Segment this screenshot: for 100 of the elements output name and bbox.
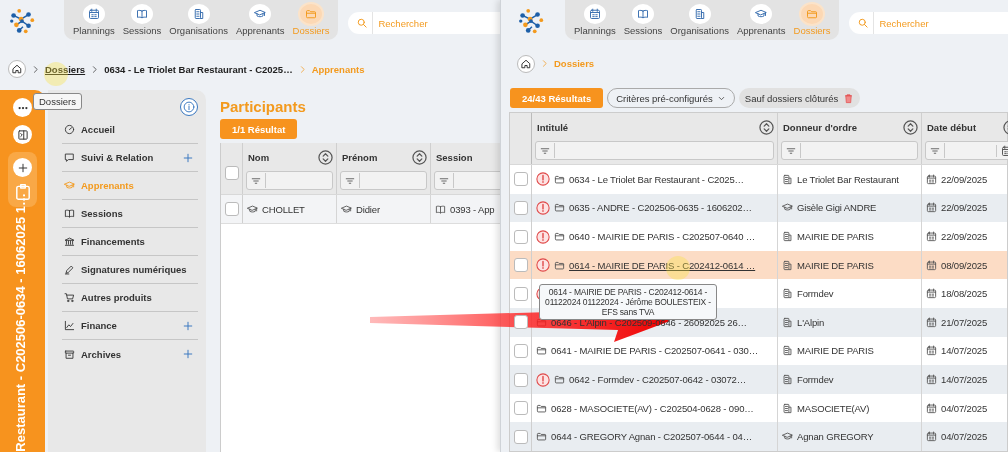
table-cell: 22/09/2025: [941, 231, 988, 243]
table-cell: 04/07/2025: [941, 402, 988, 414]
info-icon: [183, 101, 195, 113]
table-cell: Didier: [356, 203, 380, 215]
row-checkbox[interactable]: [513, 200, 528, 215]
folder-icon: [305, 8, 317, 20]
row-checkbox[interactable]: [224, 202, 239, 216]
plus-icon: [182, 348, 194, 360]
building-icon: [782, 345, 793, 357]
filter-field[interactable]: [925, 141, 1008, 161]
search-icon: [356, 17, 369, 29]
table-row[interactable]: 0614 - MAIRIE DE PARIS - C202412-0614 … MAIRIE DE PARIS 08/09/2025: [510, 250, 1007, 280]
gauge-icon: [64, 124, 75, 135]
row-checkbox[interactable]: [513, 286, 528, 301]
graduation-cap-icon: [782, 431, 793, 443]
sidebar-item[interactable]: Accueil: [62, 116, 198, 144]
calendar-icon: [926, 402, 937, 414]
search-field[interactable]: Rechercher: [849, 12, 1008, 34]
sidebar-item[interactable]: Archives: [62, 340, 198, 368]
sort-button[interactable]: [318, 149, 333, 165]
nav-tab[interactable]: Plannings: [70, 4, 118, 36]
table-cell: MAIRIE DE PARIS: [797, 231, 874, 243]
record-title-link[interactable]: 0640 - MAIRIE DE PARIS - C202507-0640 …: [569, 231, 756, 243]
sort-button[interactable]: [412, 149, 427, 165]
calendar-icon: [87, 8, 100, 20]
record-title-link[interactable]: 0642 - Formdev - C202507-0642 - 03072…: [569, 374, 747, 385]
nav-tab[interactable]: Sessions: [119, 4, 165, 36]
search-field[interactable]: Rechercher: [348, 12, 500, 34]
nav-tab[interactable]: Apprenants: [733, 4, 789, 36]
calendar-icon: [926, 202, 937, 214]
sidebar-item[interactable]: Sessions: [62, 200, 198, 228]
record-title-link[interactable]: 0635 - ANDRE - C202506-0635 - 1606202…: [569, 202, 752, 214]
graduation-cap-icon: [341, 203, 352, 215]
column-header: Nom: [248, 151, 270, 163]
more-button[interactable]: [13, 98, 32, 117]
row-checkbox[interactable]: [513, 343, 528, 358]
archive-box-icon: [64, 348, 75, 360]
add-button[interactable]: [13, 158, 32, 177]
record-title-link[interactable]: 0644 - GREGORY Agnan - C202507-0644 - 04…: [551, 431, 753, 443]
sidebar-item[interactable]: Suivi & Relation: [62, 144, 198, 172]
filter-chip-label: Sauf dossiers clôturés: [744, 92, 839, 104]
calendar-icon: [926, 231, 937, 243]
sort-button[interactable]: [759, 119, 774, 135]
sort-icon: [412, 149, 427, 165]
filter-field[interactable]: [246, 171, 333, 190]
folder-icon: [806, 8, 818, 20]
home-button[interactable]: [517, 54, 535, 73]
row-checkbox[interactable]: [513, 372, 528, 387]
building-icon: [782, 402, 793, 414]
info-button[interactable]: [180, 98, 198, 116]
graduation-cap-icon: [64, 180, 75, 191]
home-icon: [520, 57, 532, 70]
folder-icon: [554, 259, 565, 271]
book-icon: [136, 8, 148, 20]
row-checkbox[interactable]: [513, 401, 528, 416]
table-row[interactable]: 0642 - Formdev - C202507-0642 - 03072… Formdev 14/07/2025: [510, 365, 1007, 394]
nav-tab[interactable]: Organisations: [667, 4, 732, 36]
select-all-checkbox[interactable]: [224, 165, 239, 180]
table-row[interactable]: 0644 - GREGORY Agnan - C202507-0644 - 04… Agnan GREGORY 04/07/2025: [510, 422, 1007, 451]
sidebar-item[interactable]: Finance: [62, 312, 198, 340]
sidebar-item[interactable]: Autres produits: [62, 284, 198, 312]
folder-icon: [554, 202, 565, 214]
chevron-right-icon: [31, 64, 40, 74]
sort-button[interactable]: [903, 119, 918, 135]
pen-icon: [64, 264, 75, 275]
column-header: Prénom: [342, 151, 378, 163]
sort-icon: [759, 119, 774, 135]
chart-icon: [64, 320, 75, 331]
sidebar-item[interactable]: Signatures numériques: [62, 256, 198, 284]
record-title-link[interactable]: 0614 - MAIRIE DE PARIS - C202412-0614 …: [569, 259, 756, 271]
trash-icon[interactable]: [843, 92, 855, 104]
calendar-icon: [926, 374, 937, 385]
plus-icon: [182, 151, 194, 164]
building-icon: [782, 231, 793, 243]
filter-field[interactable]: [781, 141, 918, 161]
criteria-dropdown[interactable]: Critères pré-configurés: [607, 88, 735, 108]
row-checkbox[interactable]: [513, 429, 528, 444]
record-title-link[interactable]: 0628 - MASOCIETE(AV) - C202504-0628 - 090…: [551, 402, 754, 414]
breadcrumb-link[interactable]: Dossiers: [45, 63, 86, 75]
book-icon: [637, 8, 649, 20]
sidebar-item[interactable]: Financements: [62, 228, 198, 256]
panel-toggle-button[interactable]: [13, 125, 32, 144]
nav-tab[interactable]: Plannings: [571, 4, 619, 36]
filter-field[interactable]: [535, 141, 774, 161]
breadcrumb-link[interactable]: 0634 - Le Triolet Bar Restaurant - C2025…: [104, 63, 293, 75]
nav-tab[interactable]: Sessions: [620, 4, 666, 36]
row-checkbox[interactable]: [513, 258, 528, 273]
nav-tab[interactable]: Organisations: [166, 4, 231, 36]
nav-tab[interactable]: Apprenants: [232, 4, 288, 36]
calendar-icon: [926, 431, 937, 443]
table-cell: MAIRIE DE PARIS: [797, 345, 874, 357]
row-checkbox[interactable]: [513, 172, 528, 187]
home-button[interactable]: [8, 60, 26, 78]
column-header: Date début: [927, 121, 977, 133]
record-title-link[interactable]: 0634 - Le Triolet Bar Restaurant - C2025…: [569, 173, 744, 185]
filter-field[interactable]: [340, 171, 427, 190]
row-checkbox[interactable]: [513, 229, 528, 244]
sort-icon: [318, 149, 333, 165]
table-row[interactable]: 0635 - ANDRE - C202506-0635 - 1606202… Gisèle Gigi ANDRE 22/09/2025: [510, 193, 1007, 223]
record-title-link[interactable]: 0641 - MAIRIE DE PARIS - C202507-0641 - 030…: [551, 345, 759, 357]
